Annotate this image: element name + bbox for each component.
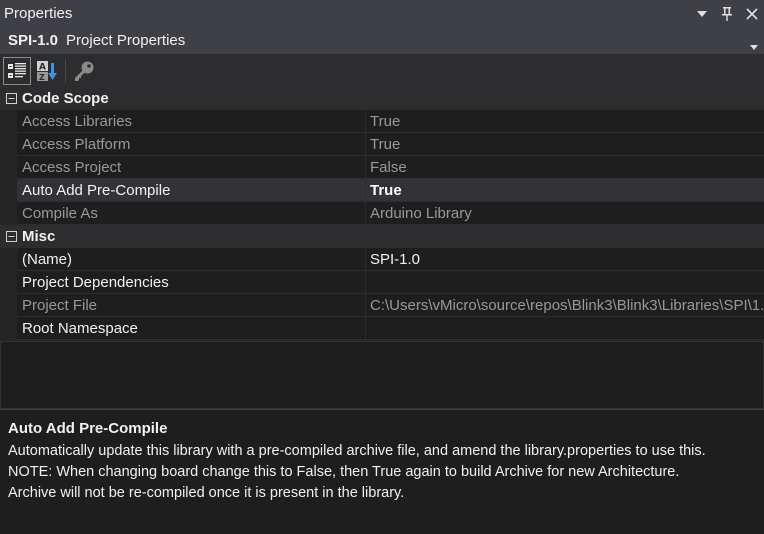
svg-text:A: A [39,62,46,72]
category-name: Code Scope [22,90,109,107]
property-name: Access Project [17,156,366,178]
window-position-dropdown-icon[interactable] [694,6,710,22]
property-row-auto-add-pre-compile[interactable]: Auto Add Pre-Compile True [17,179,764,202]
collapse-icon[interactable] [0,93,18,104]
property-pages-button[interactable] [70,57,98,85]
property-name: Access Platform [17,133,366,155]
property-row-project-file[interactable]: Project File C:\Users\vMicro\source\repo… [17,294,764,317]
property-row-root-namespace[interactable]: Root Namespace [17,317,764,340]
category-name: Misc [22,228,56,245]
collapse-icon[interactable] [0,231,18,242]
properties-toolbar: A Z [0,54,764,87]
description-pane: Auto Add Pre-Compile Automatically updat… [0,409,764,534]
property-value[interactable]: C:\Users\vMicro\source\repos\Blink3\Blin… [366,294,764,316]
property-value[interactable]: True [366,133,764,155]
properties-title-bar: Properties [0,0,764,27]
pin-icon[interactable] [719,6,735,22]
description-title: Auto Add Pre-Compile [8,420,168,437]
property-value[interactable]: True [366,110,764,132]
chevron-down-icon[interactable] [750,37,758,53]
property-grid: Code Scope Access Libraries True Access … [0,87,764,341]
property-row-compile-as[interactable]: Compile As Arduino Library [17,202,764,225]
grid-empty-area [0,341,764,409]
category-code-scope[interactable]: Code Scope [0,87,764,110]
property-value[interactable]: Arduino Library [366,202,764,224]
property-row-access-platform[interactable]: Access Platform True [17,133,764,156]
description-line: NOTE: When changing board change this to… [8,464,680,480]
category-misc[interactable]: Misc [0,225,764,248]
description-line: Archive will not be re-compiled once it … [8,485,405,501]
window-title: Properties [4,5,73,22]
property-name: Access Libraries [17,110,366,132]
categorized-view-button[interactable] [3,56,31,85]
property-name: Root Namespace [17,317,366,339]
alphabetical-view-button[interactable]: A Z [33,57,61,85]
alphabetical-sort-icon: A Z [37,60,57,82]
property-value[interactable] [366,317,764,339]
property-row-access-libraries[interactable]: Access Libraries True [17,110,764,133]
property-name: Project Dependencies [17,271,366,293]
property-name: (Name) [17,248,366,270]
property-row-access-project[interactable]: Access Project False [17,156,764,179]
property-name: Auto Add Pre-Compile [17,179,366,201]
description-line: Automatically update this library with a… [8,443,706,459]
svg-text:Z: Z [39,73,45,82]
property-value[interactable]: True [366,179,764,201]
property-row-project-dependencies[interactable]: Project Dependencies [17,271,764,294]
object-type: Project Properties [66,32,186,49]
property-row-name[interactable]: (Name) SPI-1.0 [17,248,764,271]
property-name: Project File [17,294,366,316]
close-icon[interactable] [744,6,760,22]
object-name: SPI-1.0 [8,32,59,49]
categorized-icon [8,62,26,78]
property-value[interactable]: False [366,156,764,178]
toolbar-separator [65,58,66,83]
wrench-key-icon [75,61,94,81]
property-value[interactable] [366,271,764,293]
property-name: Compile As [17,202,366,224]
property-value[interactable]: SPI-1.0 [366,248,764,270]
object-selector[interactable]: SPI-1.0 Project Properties [0,27,764,54]
